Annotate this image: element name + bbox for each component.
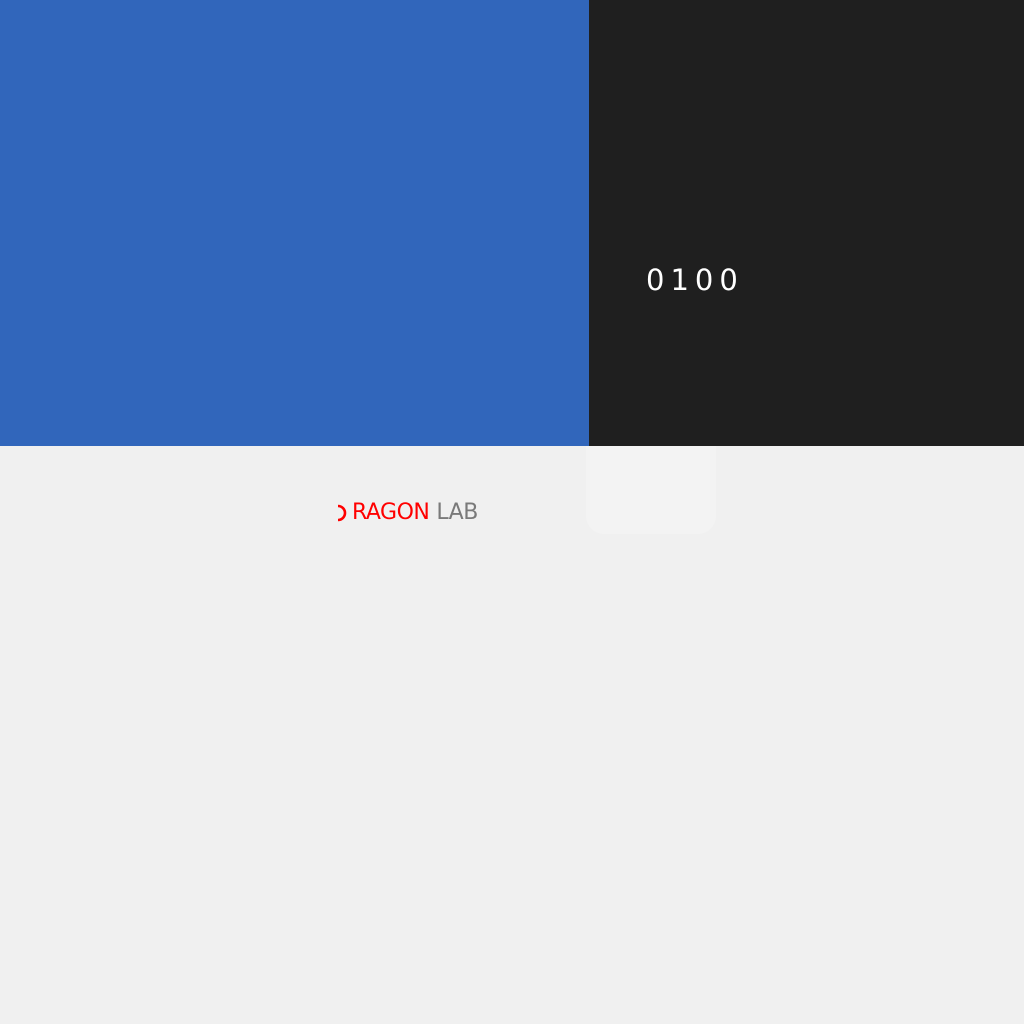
logo-red-text: RAGON <box>352 500 430 525</box>
page: 0100 RAGON LAB <box>0 0 1024 1024</box>
dragon-lab-logo: RAGON LAB <box>336 498 478 528</box>
dark-panel: 0100 <box>589 0 1024 446</box>
code-label: 0100 <box>646 263 744 297</box>
reversed-c-icon <box>337 504 347 522</box>
background-shape <box>586 446 716 534</box>
blue-panel <box>0 0 589 446</box>
logo-gray-text: LAB <box>436 500 478 525</box>
